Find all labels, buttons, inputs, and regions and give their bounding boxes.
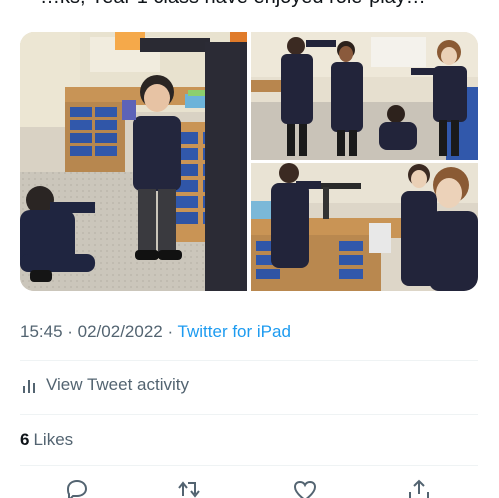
share-button[interactable] (406, 478, 432, 498)
tweet-text-cut-off: …ks, Year 1 class have enjoyed role-play… (40, 0, 460, 9)
retweet-icon (178, 481, 200, 498)
share-icon (409, 479, 429, 498)
divider (20, 360, 478, 361)
view-tweet-activity-button[interactable]: View Tweet activity (20, 375, 189, 395)
tweet-meta: 15:45 · 02/02/2022 · Twitter for iPad (20, 322, 291, 342)
tweet-photo-1[interactable] (20, 32, 247, 291)
tweet-media-grid (20, 32, 478, 291)
tweet-detail-view: …ks, Year 1 class have enjoyed role-play… (0, 0, 499, 498)
divider (20, 414, 478, 415)
likes-label: Likes (33, 430, 74, 449)
reply-icon (66, 479, 88, 498)
likes-count-link[interactable]: 6 Likes (20, 430, 73, 450)
view-tweet-activity-label: View Tweet activity (46, 375, 189, 394)
heart-icon (293, 480, 317, 498)
tweet-source-link[interactable]: Twitter for iPad (178, 322, 291, 341)
tweet-photo-2[interactable] (251, 32, 478, 160)
divider (20, 465, 478, 466)
like-button[interactable] (292, 478, 318, 498)
tweet-photo-3[interactable] (251, 163, 478, 291)
tweet-action-bar (0, 478, 499, 498)
bar-chart-icon (20, 375, 40, 395)
retweet-button[interactable] (177, 478, 203, 498)
likes-count: 6 (20, 430, 30, 449)
tweet-timestamp[interactable]: 15:45 · 02/02/2022 (20, 322, 163, 341)
reply-button[interactable] (64, 478, 90, 498)
meta-separator: · (162, 322, 178, 341)
